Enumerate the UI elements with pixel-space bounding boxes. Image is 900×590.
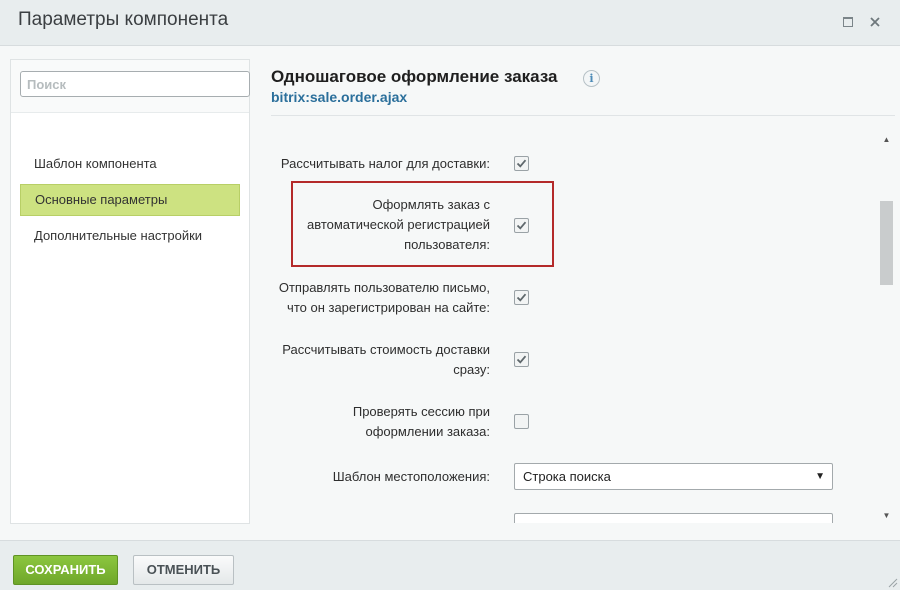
param-label: Шаблон местоположения:	[332, 469, 490, 484]
param-checkbox[interactable]	[514, 352, 529, 367]
sidebar: Шаблон компонента Основные параметры Доп…	[10, 59, 250, 524]
info-icon[interactable]: i	[583, 70, 600, 87]
sidebar-item-component-template[interactable]: Шаблон компонента	[20, 148, 240, 180]
maximize-icon[interactable]	[839, 13, 857, 31]
location-template-select[interactable]: Строка поиска ▼	[514, 463, 833, 490]
param-checkbox[interactable]	[514, 414, 529, 429]
search-area	[11, 60, 250, 113]
param-label: Рассчитывать стоимость доставки сразу:	[282, 342, 490, 377]
param-label: Отправлять пользователю письмо, что он з…	[278, 280, 490, 315]
sidebar-item-main-params[interactable]: Основные параметры	[20, 184, 240, 216]
header-divider	[271, 115, 895, 116]
scroll-thumb[interactable]	[880, 201, 893, 285]
param-select-partial[interactable]	[514, 513, 833, 523]
resize-grip-icon[interactable]	[886, 576, 898, 588]
param-checkbox[interactable]	[514, 218, 529, 233]
sidebar-item-additional-settings[interactable]: Дополнительные настройки	[20, 220, 240, 252]
scroll-up-icon[interactable]: ▲	[878, 133, 895, 147]
param-label: Рассчитывать налог для доставки:	[280, 156, 490, 171]
component-title: Одношаговое оформление заказа	[271, 67, 558, 86]
scrollbar[interactable]: ▲ ▼	[878, 133, 895, 525]
cancel-button[interactable]: ОТМЕНИТЬ	[133, 555, 234, 585]
component-code: bitrix:sale.order.ajax	[271, 89, 408, 105]
close-icon[interactable]	[866, 13, 884, 31]
dialog-title: Параметры компонента	[18, 9, 229, 30]
param-checkbox[interactable]	[514, 290, 529, 305]
dialog-footer: СОХРАНИТЬ ОТМЕНИТЬ	[0, 540, 900, 590]
param-label: Оформлять заказ с автоматической регистр…	[306, 197, 490, 252]
save-button[interactable]: СОХРАНИТЬ	[13, 555, 118, 585]
dialog-titlebar: Параметры компонента	[0, 0, 900, 46]
select-value: Строка поиска	[523, 469, 611, 484]
param-label: Проверять сессию при оформлении заказа:	[352, 404, 490, 439]
param-checkbox[interactable]	[514, 156, 529, 171]
scroll-down-icon[interactable]: ▼	[878, 509, 895, 523]
dialog-content: Шаблон компонента Основные параметры Доп…	[0, 46, 900, 540]
search-input[interactable]	[20, 71, 250, 97]
chevron-down-icon: ▼	[815, 471, 825, 482]
params-form: Рассчитывать налог для доставки: Оформля…	[271, 133, 876, 523]
